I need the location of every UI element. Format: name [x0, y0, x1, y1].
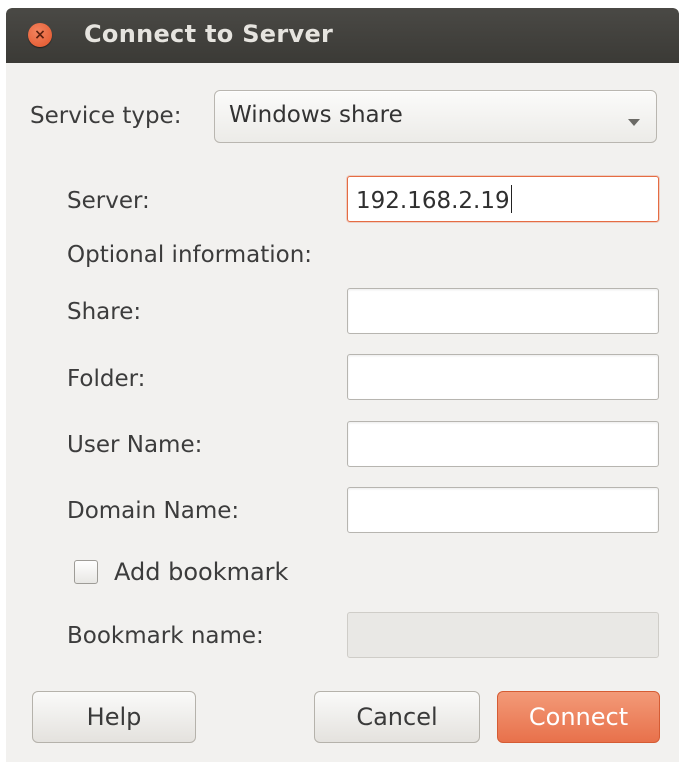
folder-label: Folder:: [67, 366, 146, 392]
connect-button[interactable]: Connect: [497, 691, 660, 743]
server-input-value: 192.168.2.19: [356, 188, 510, 214]
close-icon[interactable]: ×: [28, 23, 52, 47]
service-type-value: Windows share: [229, 102, 403, 128]
window-title: Connect to Server: [84, 20, 334, 48]
bookmark-name-label: Bookmark name:: [67, 623, 264, 649]
optional-information-heading: Optional information:: [67, 242, 313, 268]
folder-input[interactable]: [347, 354, 659, 400]
bookmark-name-input: [347, 612, 659, 658]
cancel-button[interactable]: Cancel: [314, 691, 480, 743]
add-bookmark-checkbox[interactable]: [74, 560, 98, 584]
text-caret: [510, 185, 512, 213]
add-bookmark-label[interactable]: Add bookmark: [114, 558, 288, 586]
domain-name-input[interactable]: [347, 487, 659, 533]
service-type-dropdown[interactable]: Windows share: [214, 90, 657, 143]
share-label: Share:: [67, 299, 142, 325]
help-button[interactable]: Help: [32, 691, 196, 743]
connect-to-server-dialog: × Connect to Server Service type: Window…: [6, 8, 679, 762]
titlebar: × Connect to Server: [6, 8, 679, 63]
service-type-label: Service type:: [30, 103, 182, 129]
chevron-down-icon: [628, 119, 640, 126]
server-input[interactable]: 192.168.2.19: [347, 176, 659, 222]
user-name-label: User Name:: [67, 432, 203, 458]
user-name-input[interactable]: [347, 421, 659, 467]
server-label: Server:: [67, 188, 150, 214]
domain-name-label: Domain Name:: [67, 498, 240, 524]
share-input[interactable]: [347, 288, 659, 334]
